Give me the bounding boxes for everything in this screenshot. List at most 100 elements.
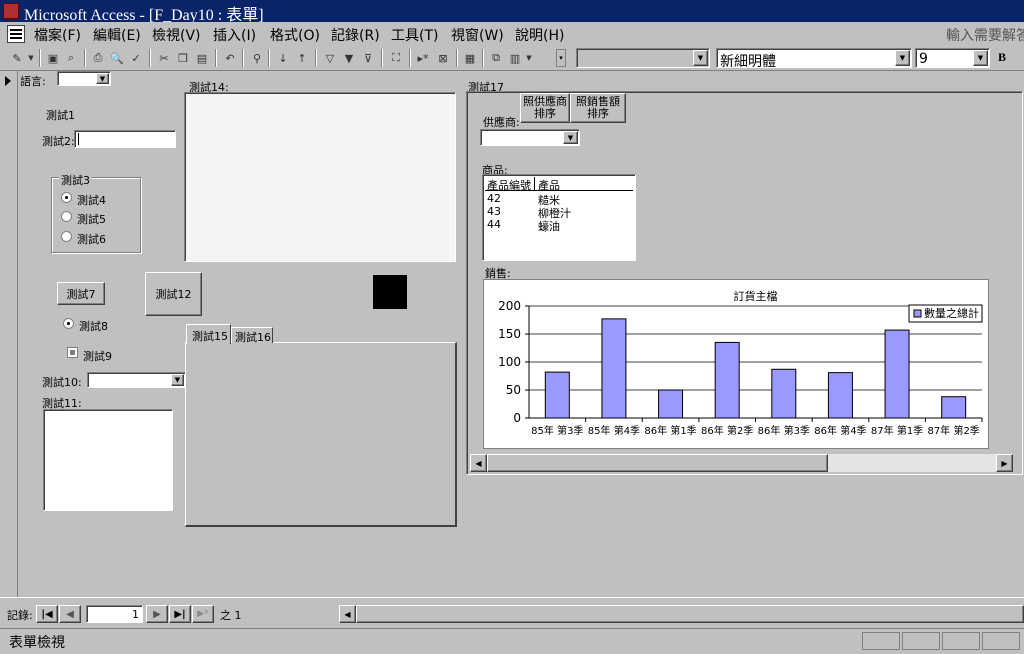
test17-subform: 照供應商 排序 照銷售額 排序 供應商: ▼ 商品: 產品編號 產品 42 糙米… xyxy=(466,91,1023,475)
scroll-thumb[interactable] xyxy=(487,454,828,472)
font-size-value: 9 xyxy=(919,51,928,67)
sort-by-sales-button[interactable]: 照銷售額 排序 xyxy=(570,93,626,123)
sort-ascending-icon[interactable]: ↓ xyxy=(274,49,292,67)
y-tick-label: 0 xyxy=(513,411,521,425)
list-item[interactable]: 43 柳橙汁 xyxy=(485,205,633,220)
new-object-dropdown-icon[interactable]: ▼ xyxy=(524,49,534,67)
menu-records[interactable]: 記錄(R) xyxy=(331,25,380,45)
test11-listbox[interactable] xyxy=(43,409,173,511)
database-window-icon[interactable]: ⧉ xyxy=(487,49,505,67)
search-file-icon[interactable]: ⌕ xyxy=(62,49,80,67)
title-bar: Microsoft Access - [F_Day10 : 表單] xyxy=(0,0,1024,24)
properties-icon[interactable]: ▦ xyxy=(461,49,479,67)
chevron-down-icon[interactable]: ▼ xyxy=(96,73,109,84)
bold-button[interactable]: B xyxy=(998,50,1006,65)
font-size-select[interactable]: 9 ▼ xyxy=(915,48,990,68)
scroll-thumb[interactable] xyxy=(356,605,1024,623)
menu-help[interactable]: 說明(H) xyxy=(515,25,564,45)
test2-label: 測試2: xyxy=(42,135,75,148)
sort-by-supplier-button[interactable]: 照供應商 排序 xyxy=(520,93,570,123)
hyperlink-icon[interactable]: ⚲ xyxy=(248,49,266,67)
legend-swatch xyxy=(913,309,922,318)
print-preview-icon[interactable]: 🔍 xyxy=(108,49,126,67)
scroll-left-icon[interactable]: ◀ xyxy=(339,605,356,623)
copy-icon[interactable]: ❐ xyxy=(174,49,192,67)
menu-bar: 檔案(F) 編輯(E) 檢視(V) 插入(I) 格式(O) 記錄(R) 工具(T… xyxy=(0,22,1024,47)
tab-test16[interactable]: 測試16 xyxy=(231,327,273,344)
menu-window[interactable]: 視窗(W) xyxy=(451,25,504,45)
subform-hscrollbar[interactable]: ◀ ▶ xyxy=(470,454,1013,472)
x-tick-label: 86年 第1季 xyxy=(644,424,696,437)
test1-label: 測試1 xyxy=(46,109,75,122)
scroll-right-icon[interactable]: ▶ xyxy=(996,454,1013,472)
form-hscrollbar[interactable]: ◀ xyxy=(339,605,1024,623)
list-item[interactable]: 42 糙米 xyxy=(485,192,633,207)
current-record-field[interactable]: 1 xyxy=(86,605,143,623)
chevron-down-icon[interactable]: ▼ xyxy=(171,374,184,386)
menu-tools[interactable]: 工具(T) xyxy=(391,25,438,45)
scroll-left-icon[interactable]: ◀ xyxy=(470,454,487,472)
font-name-select[interactable]: 新細明體 ▼ xyxy=(716,48,912,70)
products-listbox[interactable]: 產品編號 產品 42 糙米 43 柳橙汁 44 蠔油 xyxy=(482,174,636,261)
undo-icon[interactable]: ↶ xyxy=(221,49,239,67)
apply-filter-icon[interactable]: ⊽ xyxy=(359,49,377,67)
next-record-icon[interactable]: ▶ xyxy=(146,605,168,623)
list-item[interactable]: 44 蠔油 xyxy=(485,218,633,233)
record-label: 記錄: xyxy=(7,609,33,622)
delete-record-icon[interactable]: ⊠ xyxy=(434,49,452,67)
test12-button[interactable]: 測試12 xyxy=(145,272,202,316)
help-question-box[interactable]: 輸入需要解答 xyxy=(946,25,1024,45)
menu-edit[interactable]: 編輯(E) xyxy=(93,25,141,45)
find-icon[interactable]: ⛶ xyxy=(387,49,405,67)
new-record-icon[interactable]: ▸* xyxy=(414,49,432,67)
sort-supplier-line2: 排序 xyxy=(534,107,556,120)
chevron-down-icon[interactable]: ▼ xyxy=(973,50,988,66)
radio-test6[interactable] xyxy=(61,231,72,242)
language-combo[interactable]: ▼ xyxy=(57,71,111,86)
y-tick-label: 100 xyxy=(498,355,521,369)
supplier-combo[interactable]: ▼ xyxy=(480,129,580,146)
view-icon[interactable]: ✎ xyxy=(8,49,26,67)
new-record-nav-icon[interactable]: ▶* xyxy=(192,605,214,623)
status-panel xyxy=(982,632,1020,650)
record-selector[interactable] xyxy=(0,71,18,598)
filter-form-icon[interactable]: ▼ xyxy=(340,49,358,67)
radio-test5[interactable] xyxy=(61,211,72,222)
save-icon[interactable]: ▣ xyxy=(44,49,62,67)
option-test8[interactable] xyxy=(63,318,74,329)
spell-check-icon[interactable]: ✓ xyxy=(127,49,145,67)
form-icon[interactable] xyxy=(7,25,25,43)
menu-file[interactable]: 檔案(F) xyxy=(34,25,81,45)
object-selector[interactable]: ▼ xyxy=(576,48,710,68)
filter-selection-icon[interactable]: ▽ xyxy=(321,49,339,67)
test2-textbox[interactable] xyxy=(74,130,176,148)
print-icon[interactable]: ⎙ xyxy=(89,49,107,67)
x-tick-label: 86年 第4季 xyxy=(814,424,866,437)
prev-record-icon[interactable]: ◀ xyxy=(59,605,81,623)
radio-test4[interactable] xyxy=(61,192,72,203)
toolbar-options-icon[interactable]: ▾ xyxy=(556,49,566,67)
first-record-icon[interactable]: |◀ xyxy=(36,605,58,623)
cut-icon[interactable]: ✂ xyxy=(155,49,173,67)
menu-format[interactable]: 格式(O) xyxy=(270,25,320,45)
sort-descending-icon[interactable]: ↑ xyxy=(293,49,311,67)
test10-combo[interactable]: ▼ xyxy=(87,372,186,388)
paste-icon[interactable]: ▤ xyxy=(193,49,211,67)
chevron-down-icon[interactable]: ▼ xyxy=(563,131,578,144)
menu-insert[interactable]: 插入(I) xyxy=(213,25,256,45)
tab-test15[interactable]: 測試15 xyxy=(186,324,231,344)
chevron-down-icon[interactable]: ▼ xyxy=(895,50,910,66)
test7-button[interactable]: 測試7 xyxy=(57,282,105,305)
product-id: 42 xyxy=(487,192,501,205)
status-panel xyxy=(862,632,900,650)
radio-test5-label: 測試5 xyxy=(77,213,106,226)
menu-view[interactable]: 檢視(V) xyxy=(152,25,201,45)
bar xyxy=(827,372,853,419)
x-tick-label: 87年 第1季 xyxy=(871,424,923,437)
last-record-icon[interactable]: ▶| xyxy=(169,605,191,623)
test14-box[interactable] xyxy=(184,92,456,262)
view-dropdown-icon[interactable]: ▼ xyxy=(26,49,36,67)
checkbox-test9[interactable] xyxy=(67,347,78,358)
new-object-icon[interactable]: ▥ xyxy=(506,49,524,67)
chevron-down-icon[interactable]: ▼ xyxy=(693,50,708,66)
